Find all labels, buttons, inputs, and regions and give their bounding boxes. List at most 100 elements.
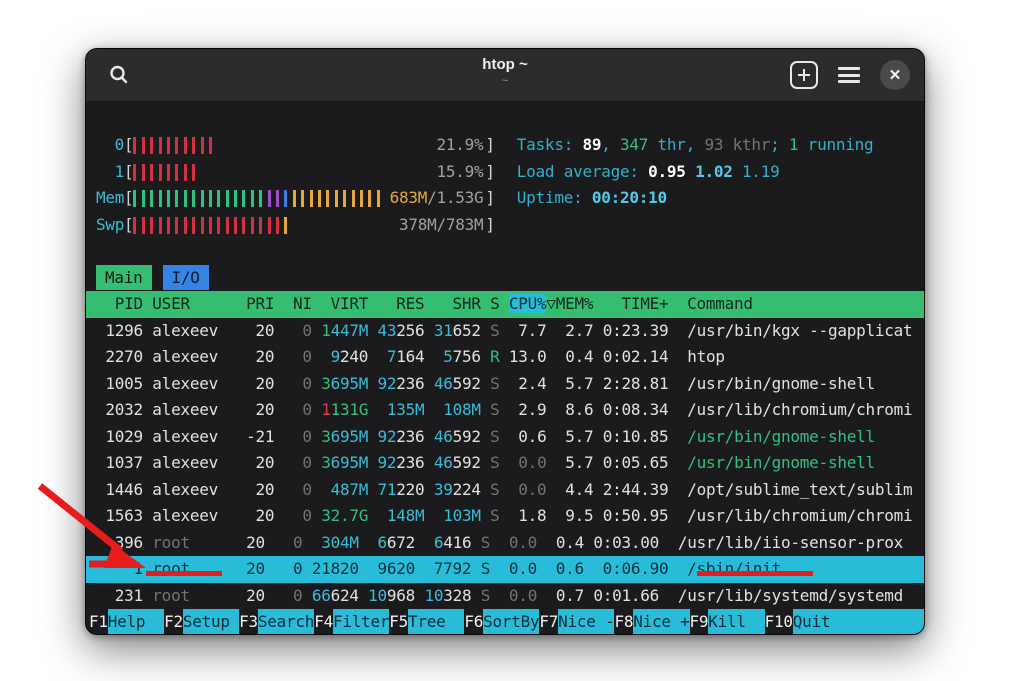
meter-bar: 15.9% [133, 159, 485, 186]
summary-text: Tasks: 89, 347 thr, 93 kthr; 1 running [517, 135, 874, 154]
process-row[interactable]: 2270 alexeev 20 0 9240 7164 5756 R 13.0 … [86, 344, 924, 371]
plus-square-icon [790, 61, 818, 89]
meter-tick [226, 217, 229, 234]
meter-tick [209, 217, 212, 234]
meter-label: 1 [96, 159, 124, 186]
meter-tick [201, 190, 204, 207]
meter-label: Mem [96, 185, 124, 212]
titlebar: htop ~ ~ ✕ [86, 49, 924, 102]
fkey-f10[interactable]: F10 [765, 609, 793, 635]
meter-tick [251, 190, 254, 207]
close-button[interactable]: ✕ [880, 60, 910, 90]
meter-tick [259, 190, 262, 207]
fkey-f3[interactable]: F3 [239, 609, 258, 635]
fkey-f4[interactable]: F4 [314, 609, 333, 635]
meter-tick [301, 190, 304, 207]
titlebar-actions: ✕ [790, 60, 910, 90]
meter-tick [201, 137, 204, 154]
meter-tick [184, 137, 187, 154]
process-row[interactable]: 1005 alexeev 20 0 3695M 92236 46592 S 2.… [86, 371, 924, 398]
terminal: 0[21.9%]Tasks: 89, 347 thr, 93 kthr; 1 r… [86, 102, 924, 635]
meter-tick [184, 217, 187, 234]
meter-tick [242, 190, 245, 207]
fkey-action-filter[interactable]: Filter [333, 609, 389, 635]
fkey-action-quit[interactable]: Quit [793, 609, 924, 635]
meter-bar: 378M/783M [133, 212, 485, 239]
fkey-action-kill[interactable]: Kill [708, 609, 764, 635]
fkey-action-tree[interactable]: Tree [408, 609, 464, 635]
process-rows: 1296 alexeev 20 0 1447M 43256 31652 S 7.… [86, 318, 924, 610]
window-title: htop ~ [482, 56, 527, 73]
meter-bar: 21.9% [133, 132, 485, 159]
meter-tick [142, 217, 145, 234]
process-row[interactable]: 1563 alexeev 20 0 32.7G 148M 103M S 1.8 … [86, 503, 924, 530]
meter-tick [326, 190, 329, 207]
meter-tick [175, 217, 178, 234]
process-row[interactable]: 1037 alexeev 20 0 3695M 92236 46592 S 0.… [86, 450, 924, 477]
meter-tick [175, 137, 178, 154]
process-row[interactable]: 1296 alexeev 20 0 1447M 43256 31652 S 7.… [86, 318, 924, 345]
tab-i-o[interactable]: I/O [163, 265, 209, 290]
meter-tick [192, 164, 195, 181]
fkey-f2[interactable]: F2 [164, 609, 183, 635]
meters-block: 0[21.9%]Tasks: 89, 347 thr, 93 kthr; 1 r… [86, 132, 924, 238]
fkey-f8[interactable]: F8 [614, 609, 633, 635]
tab-main[interactable]: Main [96, 265, 152, 290]
meter-tick [368, 190, 371, 207]
meter-tick [352, 190, 355, 207]
fkey-f9[interactable]: F9 [690, 609, 709, 635]
process-row[interactable]: 1029 alexeev -21 0 3695M 92236 46592 S 0… [86, 424, 924, 451]
process-row[interactable]: 396 root 20 0 304M 6672 6416 S 0.0 0.4 0… [86, 530, 924, 557]
process-row[interactable]: 2032 alexeev 20 0 1131G 135M 108M S 2.9 … [86, 397, 924, 424]
meter-tick [293, 190, 296, 207]
meter-tick [167, 137, 170, 154]
hamburger-icon [838, 67, 860, 83]
fkey-action-search[interactable]: Search [258, 609, 314, 635]
fkey-action-nice-[interactable]: Nice - [558, 609, 614, 635]
process-row[interactable]: 231 root 20 0 66624 10968 10328 S 0.0 0.… [86, 583, 924, 610]
menu-button[interactable] [838, 67, 860, 83]
fkey-f5[interactable]: F5 [389, 609, 408, 635]
screen-tabs: Main I/O [86, 265, 924, 292]
window-subtitle: ~ [482, 75, 527, 87]
meter-tick [377, 190, 380, 207]
fkey-f6[interactable]: F6 [464, 609, 483, 635]
table-header[interactable]: PID USER PRI NI VIRT RES SHR S CPU%▽MEM%… [86, 291, 924, 318]
meter-tick [150, 217, 153, 234]
function-key-bar: F1Help F2Setup F3SearchF4FilterF5Tree F6… [86, 609, 924, 635]
meter-tick [184, 190, 187, 207]
meter-tick [184, 164, 187, 181]
meter-tick [276, 217, 279, 234]
fkey-f1[interactable]: F1 [89, 609, 108, 635]
summary-text: Load average: 0.95 1.02 1.19 [517, 162, 780, 181]
new-tab-button[interactable] [790, 61, 818, 89]
fkey-action-sortby[interactable]: SortBy [483, 609, 539, 635]
fkey-action-nice-[interactable]: Nice + [633, 609, 689, 635]
meter-tick [133, 137, 136, 154]
meter-tick [276, 190, 279, 207]
meter-tick [268, 217, 271, 234]
meter-bar: 683M/1.53G [133, 185, 485, 212]
fkey-action-help[interactable]: Help [108, 609, 164, 635]
meter-tick [217, 217, 220, 234]
meter-tick [217, 190, 220, 207]
meter-tick [150, 137, 153, 154]
meter-tick [360, 190, 363, 207]
sort-column-cpu[interactable]: CPU% [509, 294, 547, 313]
process-row-selected[interactable]: 1 root 20 0 21820 9620 7792 S 0.0 0.6 0:… [86, 556, 924, 583]
meter-tick [133, 164, 136, 181]
process-row[interactable]: 1446 alexeev 20 0 487M 71220 39224 S 0.0… [86, 477, 924, 504]
meter-tick [133, 217, 136, 234]
meter-line-0: 0[21.9%]Tasks: 89, 347 thr, 93 kthr; 1 r… [86, 132, 924, 159]
fkey-f7[interactable]: F7 [539, 609, 558, 635]
window-title-block: htop ~ ~ [482, 56, 527, 87]
fkey-action-setup[interactable]: Setup [183, 609, 239, 635]
meter-tick [167, 190, 170, 207]
meter-tick [284, 217, 287, 234]
sort-arrow-icon: ▽ [546, 294, 555, 313]
meter-tick [209, 190, 212, 207]
meter-tick [150, 164, 153, 181]
meter-tick [159, 164, 162, 181]
search-button[interactable] [104, 60, 134, 90]
meter-tick [259, 217, 262, 234]
